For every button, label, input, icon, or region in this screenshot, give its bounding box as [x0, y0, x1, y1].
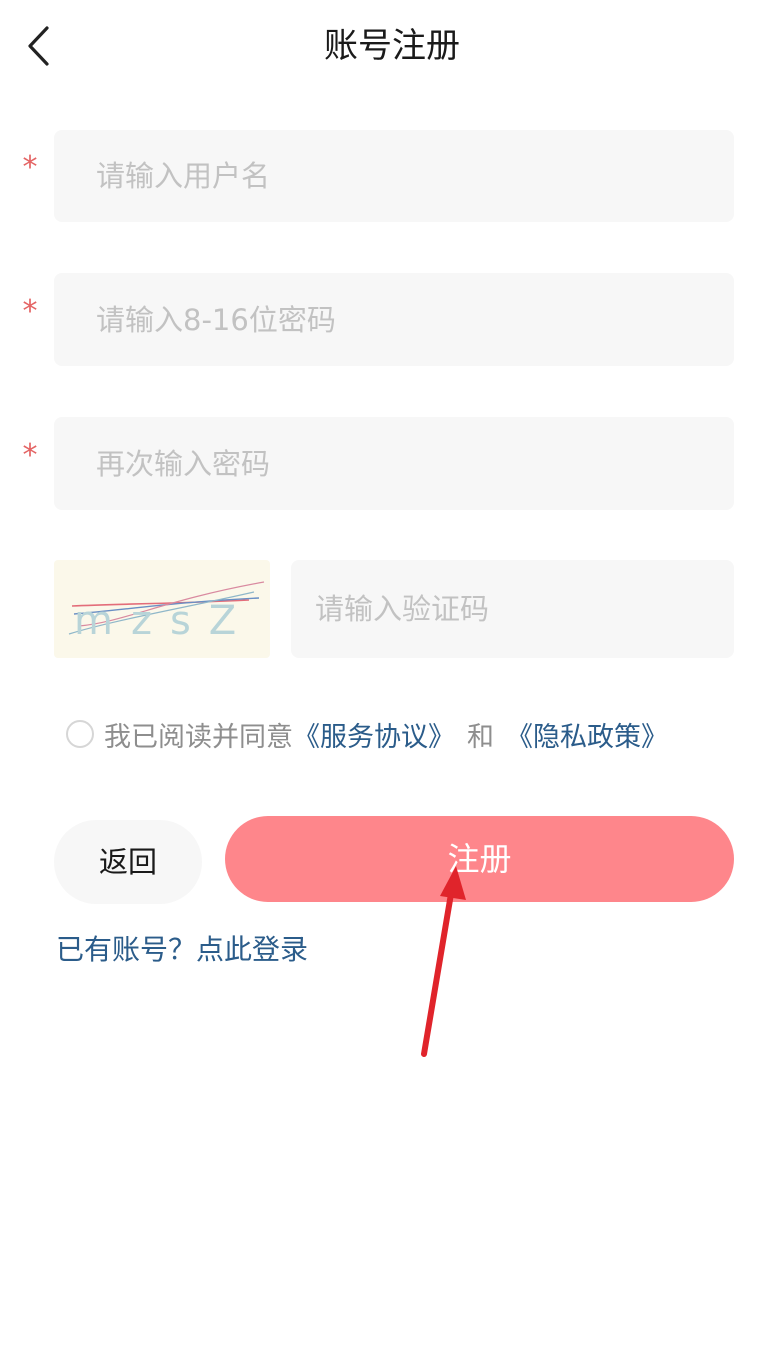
back-button[interactable]: 返回 — [54, 820, 202, 904]
password-field-container — [54, 273, 734, 366]
agreement-and-text: 和 — [467, 721, 494, 753]
username-input[interactable] — [54, 130, 734, 222]
password-input[interactable] — [54, 273, 734, 366]
annotation-arrow-icon — [400, 860, 480, 1060]
confirm-password-field-container — [54, 417, 734, 510]
confirm-password-input[interactable] — [54, 417, 734, 510]
agreement-row: 我已阅读并同意 《服务协议》 和 《隐私政策》 — [66, 712, 668, 756]
username-field-container — [54, 130, 734, 222]
privacy-policy-link[interactable]: 《隐私政策》 — [506, 715, 668, 754]
page-title: 账号注册 — [324, 26, 460, 66]
required-mark: * — [22, 438, 38, 473]
agreement-checkbox[interactable] — [66, 720, 94, 748]
captcha-text: mzsZ — [74, 598, 254, 644]
login-link[interactable]: 已有账号？点此登录 — [56, 928, 308, 972]
captcha-image[interactable]: mzsZ — [54, 560, 270, 658]
required-mark: * — [22, 294, 38, 329]
captcha-field-container — [291, 560, 734, 658]
required-mark: * — [22, 150, 38, 185]
service-agreement-link[interactable]: 《服务协议》 — [293, 715, 455, 754]
agreement-text: 我已阅读并同意 — [104, 721, 293, 753]
captcha-input[interactable] — [291, 560, 734, 658]
